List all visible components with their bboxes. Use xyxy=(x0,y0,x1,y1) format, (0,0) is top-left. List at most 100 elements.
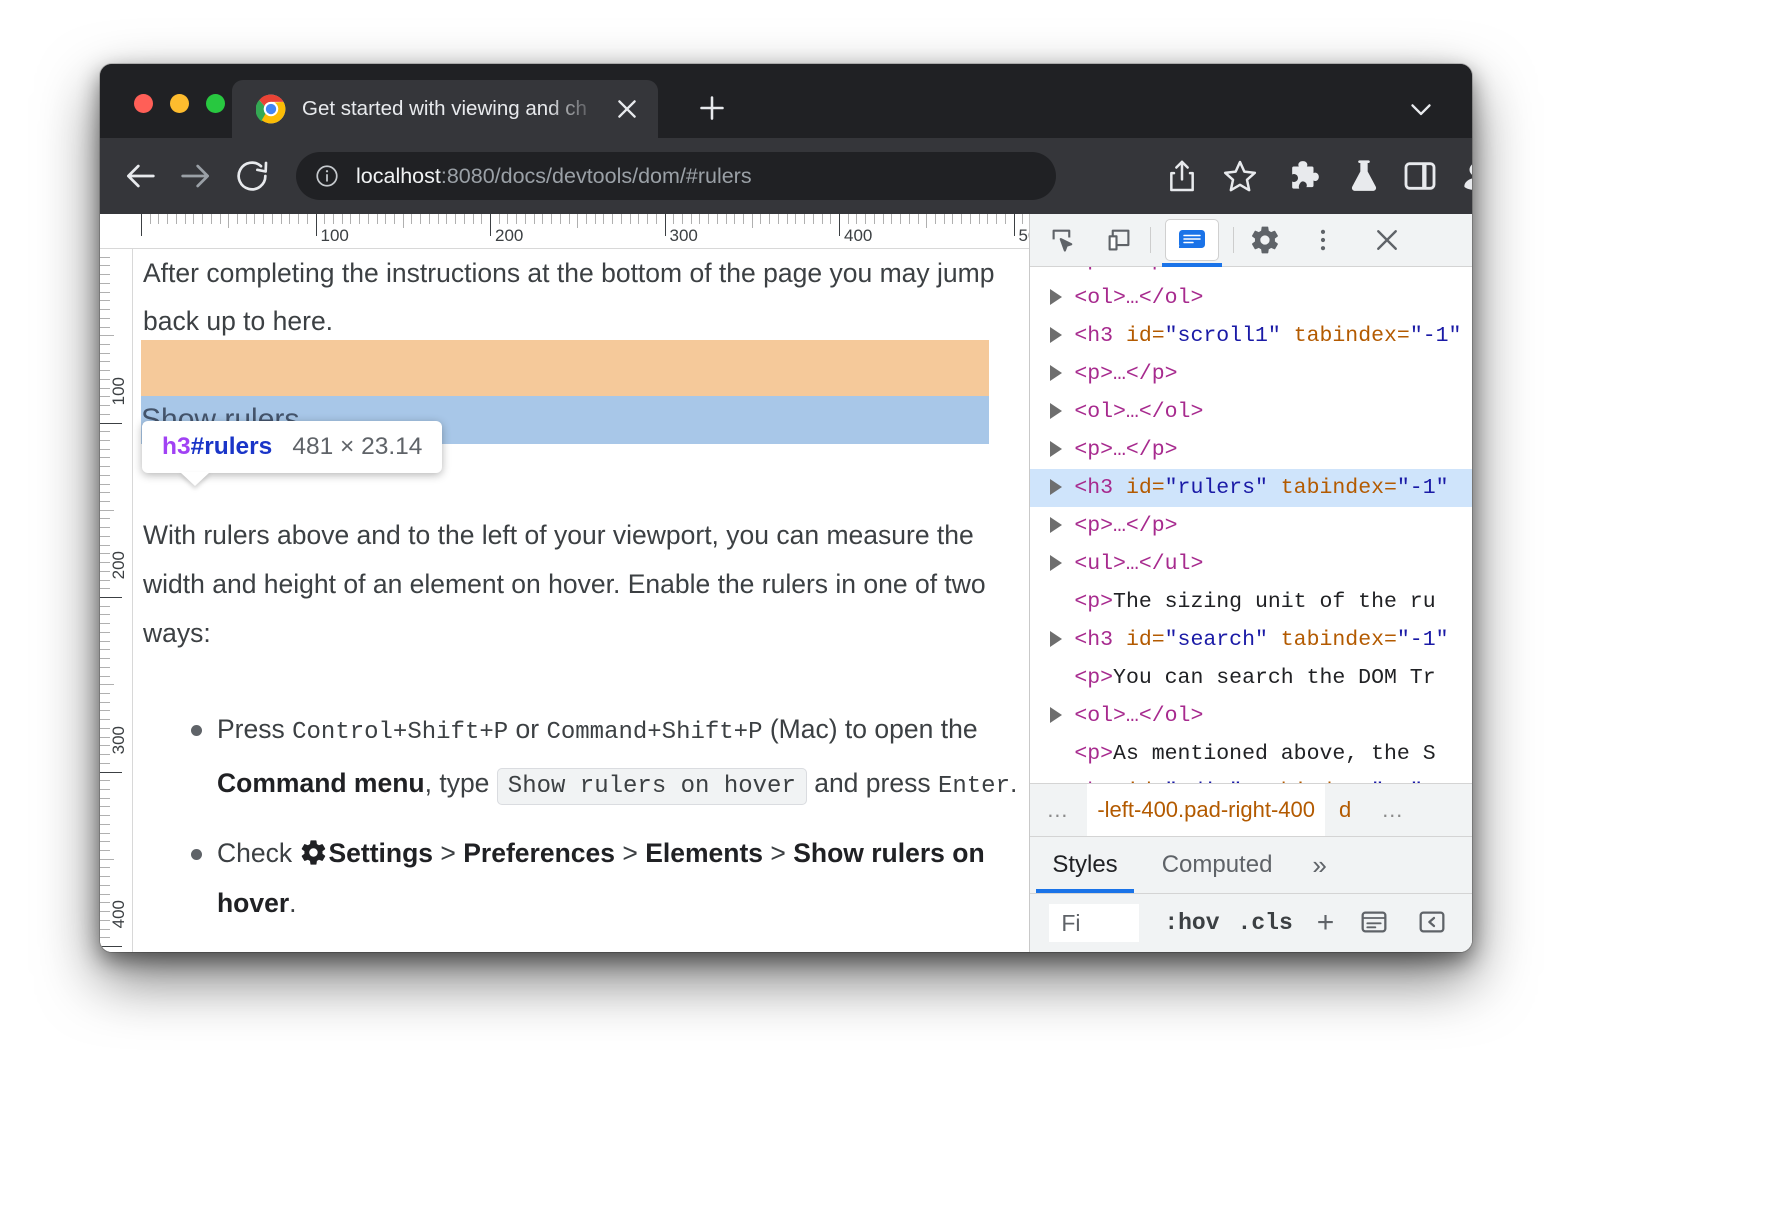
toolbar-divider xyxy=(1233,227,1234,253)
back-arrow-icon[interactable] xyxy=(120,156,160,196)
reload-icon[interactable] xyxy=(232,156,272,196)
dom-tree-node[interactable]: <h3 id="edit" tabindex="-1" xyxy=(1030,773,1472,783)
ruler-top-label: 300 xyxy=(670,226,698,246)
bullet1-mid4: and press xyxy=(807,768,938,798)
breadcrumb-current[interactable]: -left-400.pad-right-400 xyxy=(1087,784,1325,836)
flask-icon[interactable] xyxy=(1344,156,1384,196)
expand-triangle-icon[interactable] xyxy=(1050,631,1062,647)
intro-paragraph: After completing the instructions at the… xyxy=(133,249,1029,345)
dom-token-text: As mentioned above, the S xyxy=(1113,742,1436,766)
puzzle-piece-icon[interactable] xyxy=(1286,156,1326,196)
dom-tree-node[interactable]: <ol>…</ol> xyxy=(1030,279,1472,317)
new-tab-button[interactable] xyxy=(694,90,730,126)
star-icon[interactable] xyxy=(1220,156,1260,196)
dom-token-tag xyxy=(1281,324,1294,348)
tab-computed[interactable]: Computed xyxy=(1140,837,1295,893)
viewport: 100200300400500 100200300400 After compl… xyxy=(100,214,1472,952)
dom-tree-node[interactable]: <ol>…</ol> xyxy=(1030,393,1472,431)
ruler-left: 100200300400 xyxy=(100,214,133,952)
chevron-down-icon[interactable] xyxy=(1404,92,1438,126)
list-item: Check Settings > Preferences > Elements … xyxy=(143,828,1023,928)
tooltip-selector: h3#rulers xyxy=(162,433,272,461)
command-show-rulers-on-hover: Show rulers on hover xyxy=(497,768,807,805)
breadcrumb-trailing[interactable]: … xyxy=(1365,797,1422,823)
filter-input[interactable]: Fi xyxy=(1048,903,1140,943)
dom-token-attr: id= xyxy=(1126,476,1165,500)
tab-styles[interactable]: Styles xyxy=(1030,837,1139,893)
dom-tree-node[interactable]: <ul>…</ul> xyxy=(1030,545,1472,583)
elements-panel-icon[interactable] xyxy=(1165,219,1219,261)
expand-triangle-icon[interactable] xyxy=(1050,327,1062,343)
ruler-top: 100200300400500 xyxy=(100,214,1029,249)
dom-tree-node[interactable]: <p>…</p> xyxy=(1030,355,1472,393)
command-menu-label: Command menu xyxy=(217,768,425,798)
info-circle-icon[interactable] xyxy=(314,163,340,189)
address-bar[interactable]: localhost:8080/docs/devtools/dom/#rulers xyxy=(296,152,1056,200)
new-style-rule-button[interactable]: + xyxy=(1317,906,1335,940)
dom-token-val: "-1" xyxy=(1371,780,1423,783)
expand-triangle-icon[interactable] xyxy=(1050,517,1062,533)
dom-tree-node[interactable]: <h3 id="rulers" tabindex="-1" xyxy=(1030,469,1472,507)
breadcrumb-next[interactable]: d xyxy=(1325,797,1365,823)
dom-tree-node[interactable]: <h3 id="search" tabindex="-1" xyxy=(1030,621,1472,659)
expand-triangle-icon[interactable] xyxy=(1050,707,1062,723)
dom-tree[interactable]: <p>…</p><ol>…</ol><h3 id="scroll1" tabin… xyxy=(1030,267,1472,783)
more-tabs-icon[interactable]: » xyxy=(1294,837,1344,893)
dom-tree-node[interactable]: <p>The sizing unit of the ru xyxy=(1030,583,1472,621)
toggle-sidebar-icon[interactable] xyxy=(1416,906,1450,940)
device-toolbar-icon[interactable] xyxy=(1102,223,1136,257)
close-icon[interactable] xyxy=(1370,223,1404,257)
breadcrumb-overflow[interactable]: … xyxy=(1030,797,1087,823)
expand-triangle-icon[interactable] xyxy=(1050,403,1062,419)
expand-triangle-icon[interactable] xyxy=(1050,555,1062,571)
bullet1-post: . xyxy=(1010,768,1017,798)
breadcrumb: … -left-400.pad-right-400 d … xyxy=(1030,783,1472,836)
dom-token-val: "search" xyxy=(1165,628,1268,652)
expand-triangle-icon xyxy=(1050,593,1062,609)
dom-tree-node[interactable]: <p>…</p> xyxy=(1030,267,1472,279)
expand-triangle-icon[interactable] xyxy=(1050,365,1062,381)
window-controls xyxy=(134,94,225,113)
tab-strip: Get started with viewing and ch xyxy=(100,64,1472,138)
dom-token-tag: <ol>…</ol> xyxy=(1074,400,1203,424)
expand-triangle-icon[interactable] xyxy=(1050,479,1062,495)
forward-arrow-icon[interactable] xyxy=(176,156,216,196)
account-avatar-icon[interactable] xyxy=(1456,156,1472,196)
bullet1-mid2: (Mac) to open the xyxy=(763,714,978,744)
highlight-margin-box xyxy=(141,340,989,396)
dom-token-val: "rulers" xyxy=(1165,476,1268,500)
copy-styles-icon[interactable] xyxy=(1358,906,1392,940)
dom-token-tag xyxy=(1268,628,1281,652)
dom-token-tag: <p> xyxy=(1074,666,1113,690)
share-icon[interactable] xyxy=(1162,156,1202,196)
hov-button[interactable]: :hov xyxy=(1164,910,1219,936)
dom-tree-node[interactable]: <p>…</p> xyxy=(1030,431,1472,469)
inspect-element-icon[interactable] xyxy=(1046,223,1080,257)
dom-tree-node[interactable]: <ol>…</ol> xyxy=(1030,697,1472,735)
dom-tree-node[interactable]: <h3 id="scroll1" tabindex="-1" xyxy=(1030,317,1472,355)
dom-tree-node[interactable]: <p>As mentioned above, the S xyxy=(1030,735,1472,773)
elements-label: Elements xyxy=(645,838,763,868)
dom-tree-node[interactable]: <p>You can search the DOM Tr xyxy=(1030,659,1472,697)
dom-token-tag: <p>…</p> xyxy=(1074,267,1177,272)
gear-icon[interactable] xyxy=(1248,223,1282,257)
dom-token-val: "-1" xyxy=(1410,324,1462,348)
url-host: localhost xyxy=(356,164,441,188)
close-window-button[interactable] xyxy=(134,94,153,113)
dom-token-tag: <h3 xyxy=(1074,476,1126,500)
expand-triangle-icon[interactable] xyxy=(1050,441,1062,457)
three-dot-menu-icon[interactable] xyxy=(1306,223,1340,257)
dom-tree-node[interactable]: <p>…</p> xyxy=(1030,507,1472,545)
maximize-window-button[interactable] xyxy=(206,94,225,113)
dom-token-text: The sizing unit of the ru xyxy=(1113,590,1436,614)
minimize-window-button[interactable] xyxy=(170,94,189,113)
side-panel-icon[interactable] xyxy=(1400,156,1440,196)
tooltip-dimensions: 481 × 23.14 xyxy=(292,433,422,461)
close-icon[interactable] xyxy=(614,96,640,122)
toolbar-divider xyxy=(1150,227,1151,253)
browser-tab[interactable]: Get started with viewing and ch xyxy=(232,80,658,138)
expand-triangle-icon[interactable] xyxy=(1050,289,1062,305)
ruler-left-label: 300 xyxy=(109,726,129,754)
cls-button[interactable]: .cls xyxy=(1238,910,1293,936)
preferences-label: Preferences xyxy=(463,838,615,868)
